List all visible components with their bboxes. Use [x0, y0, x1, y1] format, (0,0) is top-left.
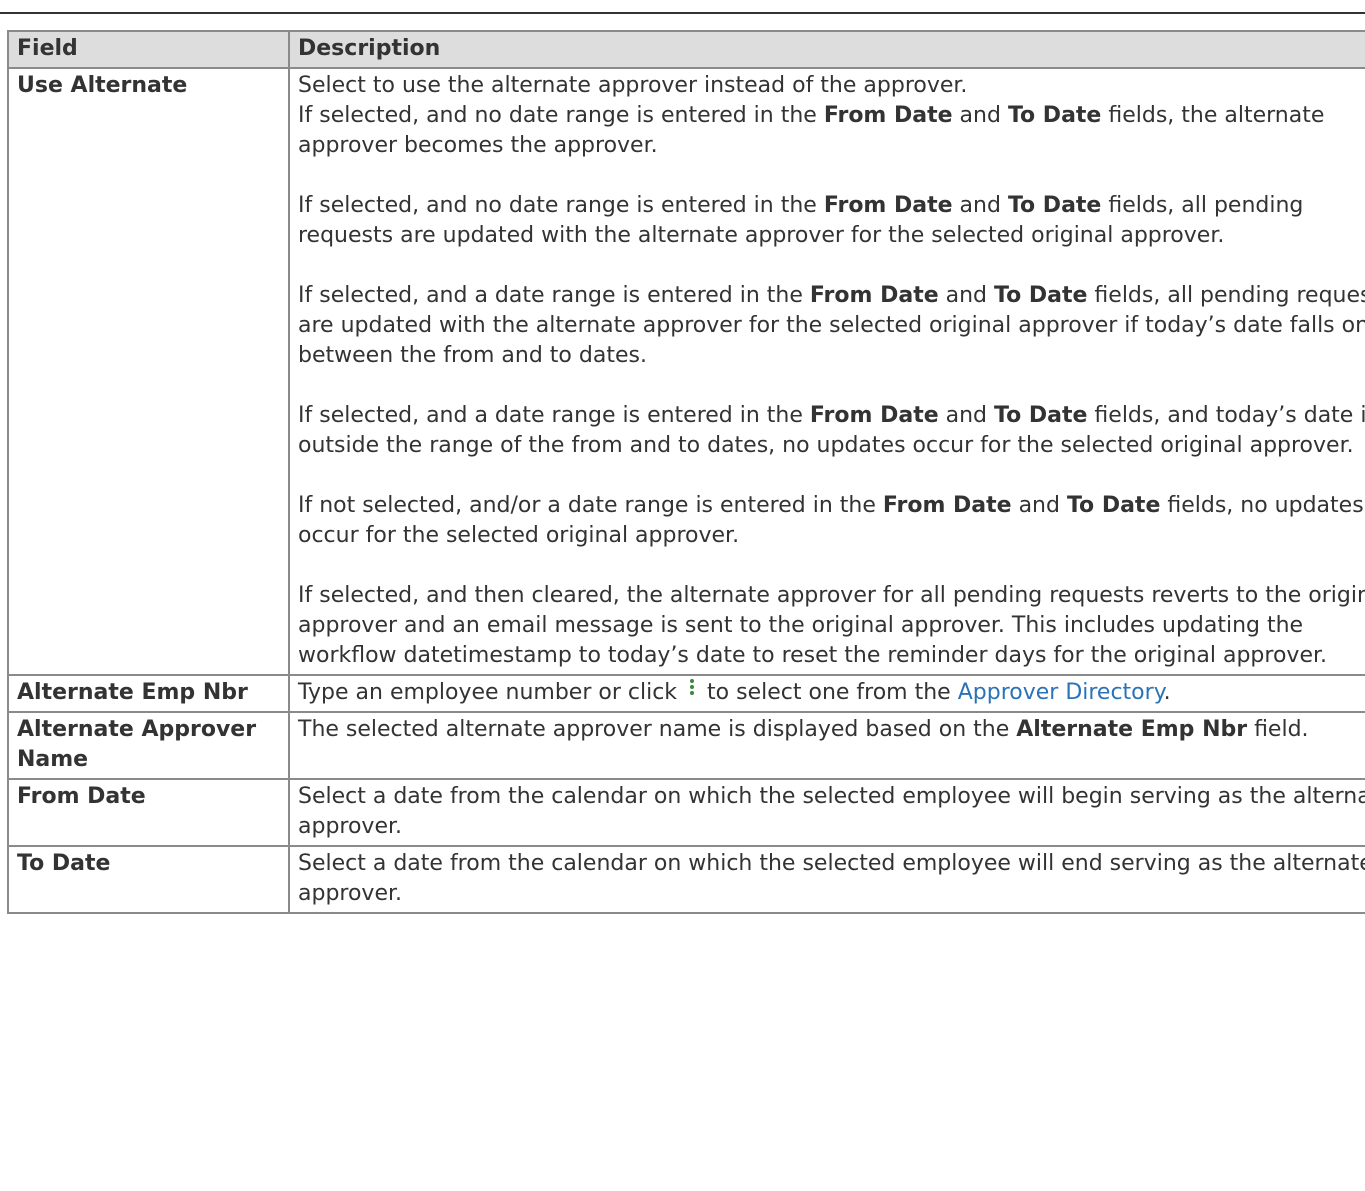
field-reference: To Date	[994, 403, 1088, 428]
description-text: and	[952, 193, 1008, 218]
description-text: If selected, and no date range is entere…	[298, 193, 824, 218]
field-description: Select a date from the calendar on which…	[288, 778, 1365, 847]
table-row: Alternate Approver Name The selected alt…	[7, 711, 1365, 780]
field-reference: To Date	[994, 283, 1088, 308]
description-column-header: Description	[288, 30, 1365, 69]
table-row: To Date Select a date from the calendar …	[7, 845, 1365, 914]
description-text: If not selected, and/or a date range is …	[298, 493, 883, 518]
description-text: If selected, and then cleared, the alter…	[298, 583, 1365, 668]
vertical-ellipsis-icon[interactable]	[685, 678, 699, 696]
description-paragraph: Select to use the alternate approver ins…	[298, 71, 1365, 161]
description-text: field.	[1247, 717, 1309, 742]
field-reference: To Date	[1007, 193, 1102, 218]
description-text: .	[1163, 680, 1171, 705]
description-paragraph: If selected, and a date range is entered…	[298, 281, 1365, 371]
description-text: and	[1011, 493, 1067, 518]
field-description: Select a date from the calendar on which…	[288, 845, 1365, 914]
table-header-row: Field Description	[7, 30, 1365, 69]
field-reference: From Date	[809, 283, 939, 308]
description-paragraph: If selected, and a date range is entered…	[298, 401, 1365, 461]
description-text: to select one from the	[707, 680, 958, 705]
description-paragraph: The selected alternate approver name is …	[298, 715, 1365, 745]
field-reference: From Date	[809, 403, 939, 428]
field-description: Type an employee number or click to selec…	[288, 674, 1365, 713]
field-reference: From Date	[823, 103, 953, 128]
description-text: and	[938, 283, 995, 308]
field-reference: To Date	[1007, 103, 1102, 128]
table-row: Use Alternate Select to use the alternat…	[7, 67, 1365, 676]
field-name-from-date: From Date	[7, 778, 290, 847]
description-text: Type an employee number or click	[298, 680, 678, 705]
description-paragraph: If selected, and no date range is entere…	[298, 191, 1365, 251]
description-text: and	[952, 103, 1008, 128]
field-name-alternate-approver-name: Alternate Approver Name	[7, 711, 290, 780]
top-rule	[0, 12, 1365, 14]
description-paragraph: Type an employee number or click to selec…	[298, 678, 1365, 708]
description-text: Select a date from the calendar on which…	[298, 784, 1365, 839]
table-row: From Date Select a date from the calenda…	[7, 778, 1365, 847]
description-paragraph: If not selected, and/or a date range is …	[298, 491, 1365, 551]
table-row: Alternate Emp Nbr Type an employee numbe…	[7, 674, 1365, 713]
field-column-header: Field	[7, 30, 290, 69]
field-description: The selected alternate approver name is …	[288, 711, 1365, 780]
field-reference: From Date	[823, 193, 953, 218]
description-text: and	[938, 403, 995, 428]
field-description-table: Field Description Use Alternate Select t…	[7, 30, 1365, 914]
description-text: If selected, and a date range is entered…	[298, 283, 810, 308]
field-name-to-date: To Date	[7, 845, 290, 914]
approver-directory-link[interactable]: Approver Directory	[958, 680, 1164, 705]
field-reference: From Date	[882, 493, 1012, 518]
field-reference: Alternate Emp Nbr	[1016, 717, 1248, 742]
field-reference: To Date	[1066, 493, 1161, 518]
field-description: Select to use the alternate approver ins…	[288, 67, 1365, 676]
field-name-use-alternate: Use Alternate	[7, 67, 290, 676]
description-text: Select a date from the calendar on which…	[298, 851, 1365, 906]
description-text: If selected, and a date range is entered…	[298, 403, 810, 428]
field-name-alternate-emp-nbr: Alternate Emp Nbr	[7, 674, 290, 713]
description-paragraph: Select a date from the calendar on which…	[298, 849, 1365, 909]
description-text: The selected alternate approver name is …	[298, 717, 1017, 742]
description-paragraph: If selected, and then cleared, the alter…	[298, 581, 1365, 671]
description-paragraph: Select a date from the calendar on which…	[298, 782, 1365, 842]
